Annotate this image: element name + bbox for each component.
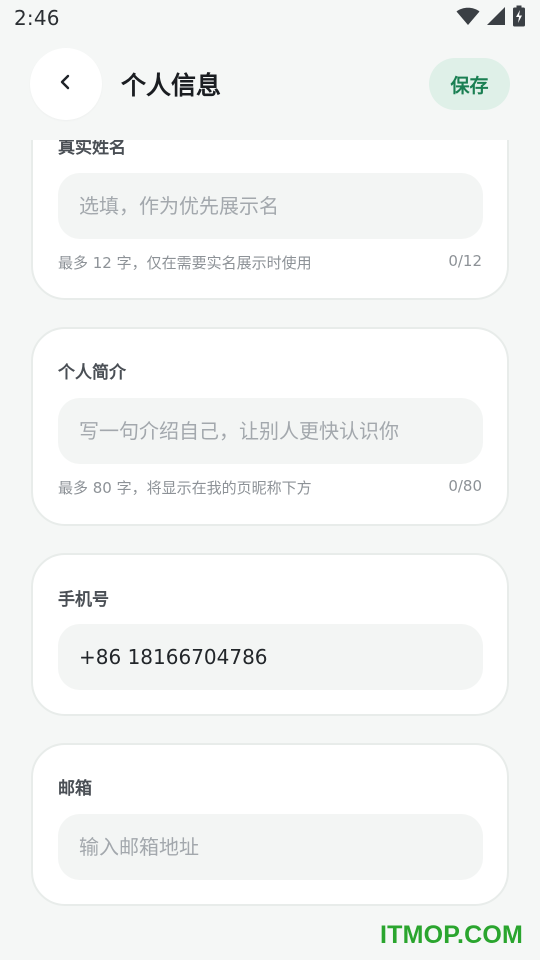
scroll-content[interactable]: 真实姓名 最多 12 字，仅在需要实名展示时使用 0/12 个人简介 最多 80…: [0, 0, 540, 960]
top-app-bar: 个人信息 保存: [0, 36, 540, 140]
email-label: 邮箱: [58, 779, 92, 799]
real-name-hint: 最多 12 字，仅在需要实名展示时使用: [58, 254, 312, 272]
status-icons: [456, 5, 526, 31]
page-title: 个人信息: [121, 71, 222, 100]
phone-input[interactable]: [58, 624, 483, 690]
status-time: 2:46: [14, 6, 60, 30]
bio-input[interactable]: [58, 398, 483, 464]
real-name-input[interactable]: [58, 173, 483, 239]
bio-label: 个人简介: [58, 363, 126, 383]
chevron-left-icon: [57, 73, 75, 95]
back-button[interactable]: [30, 48, 102, 120]
bio-counter: 0/80: [448, 477, 482, 495]
watermark: ITMOP.COM: [380, 921, 524, 949]
bio-hint: 最多 80 字，将显示在我的页昵称下方: [58, 479, 312, 497]
wifi-icon: [456, 6, 480, 30]
battery-charging-icon: [512, 5, 526, 31]
real-name-counter: 0/12: [448, 252, 482, 270]
email-input[interactable]: [58, 814, 483, 880]
bio-card: 个人简介 最多 80 字，将显示在我的页昵称下方 0/80: [31, 327, 509, 526]
phone-label: 手机号: [58, 590, 109, 610]
status-bar: 2:46: [0, 0, 540, 36]
phone-card: 手机号: [31, 553, 509, 716]
save-button[interactable]: 保存: [429, 58, 510, 110]
email-card: 邮箱: [31, 743, 509, 906]
cellular-signal-icon: [486, 6, 506, 30]
